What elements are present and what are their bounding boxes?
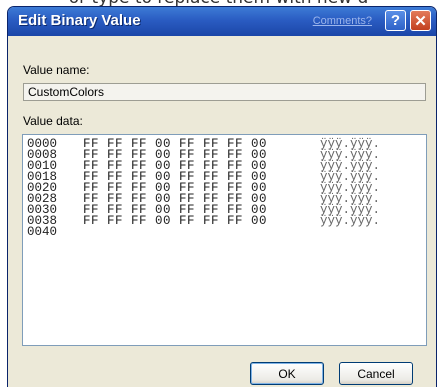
dialog-title: Edit Binary Value: [18, 12, 141, 29]
close-button[interactable]: ✕: [410, 10, 431, 31]
ok-button[interactable]: OK: [250, 362, 324, 385]
comments-link[interactable]: Comments?: [313, 15, 372, 27]
value-name-field: CustomColors: [23, 83, 426, 101]
edit-binary-value-dialog: Edit Binary Value Comments? ? ✕ Value na…: [7, 6, 437, 387]
ok-button-label: OK: [278, 366, 296, 381]
hex-bytes: FF FF FF 00 FF FF FF 00: [83, 214, 268, 228]
ascii-text: ÿÿÿ.ÿÿÿ.: [320, 214, 381, 228]
value-data-editor[interactable]: 0000 FF FF FF 00 FF FF FF 00 ÿÿÿ.ÿÿÿ. 0008 F…: [22, 134, 427, 346]
cancel-button[interactable]: Cancel: [339, 362, 413, 385]
close-icon: ✕: [414, 12, 427, 30]
hex-row: 0040: [27, 225, 380, 239]
title-bar[interactable]: Edit Binary Value Comments? ? ✕: [8, 7, 436, 36]
value-data-label: Value data:: [23, 114, 83, 128]
value-name-label: Value name:: [23, 63, 90, 77]
hex-address: 0040: [27, 225, 58, 239]
hex-row: 0038 FF FF FF 00 FF FF FF 00 ÿÿÿ.ÿÿÿ.: [27, 214, 381, 228]
help-icon: ?: [390, 12, 401, 29]
cancel-button-label: Cancel: [357, 366, 395, 381]
help-button[interactable]: ?: [385, 10, 406, 31]
hex-rows: 0000 FF FF FF 00 FF FF FF 00 ÿÿÿ.ÿÿÿ. 0008 F…: [27, 138, 381, 239]
